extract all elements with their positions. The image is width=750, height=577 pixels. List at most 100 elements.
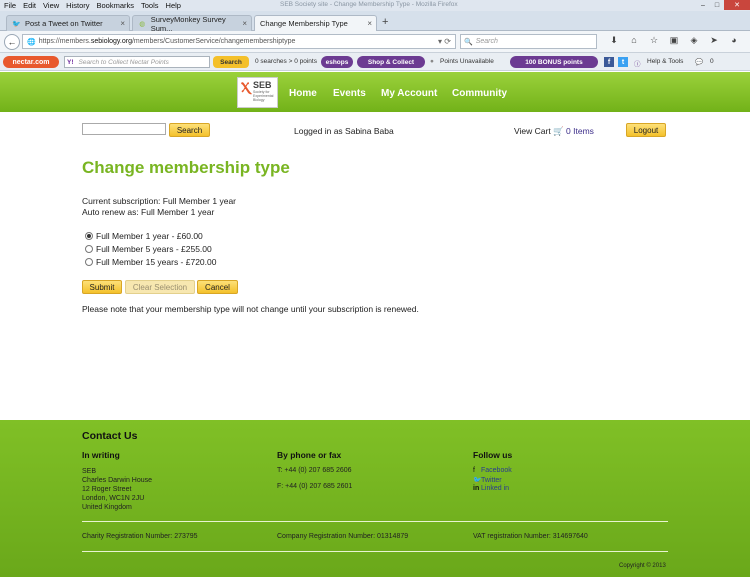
nectar-logo[interactable]: nectar.com — [3, 56, 59, 68]
membership-option-15-years[interactable]: Full Member 15 years - £720.00 — [85, 257, 216, 267]
address-line: SEB — [82, 468, 97, 475]
twitter-icon[interactable]: t — [618, 57, 628, 67]
home-icon[interactable]: ⌂ — [624, 35, 644, 46]
radio-unselected[interactable] — [85, 245, 93, 253]
menu-history[interactable]: History — [66, 1, 89, 10]
cancel-button[interactable]: Cancel — [197, 280, 238, 294]
tab-change-membership[interactable]: Change Membership Type × — [254, 15, 377, 31]
fax: F: +44 (0) 207 685 2601 — [277, 483, 353, 490]
menu-edit[interactable]: Edit — [23, 1, 36, 10]
nectar-search-placeholder: Search to Collect Nectar Points — [78, 58, 169, 66]
searches-points: 0 searches > 0 points — [255, 58, 317, 65]
seb-logo-mark-icon: Ⲭ — [241, 79, 251, 95]
nectar-search-button[interactable]: Search — [213, 56, 249, 68]
membership-option-1-year[interactable]: Full Member 1 year - £60.00 — [85, 231, 203, 241]
twitter-icon: 🐦 — [473, 477, 482, 484]
window-controls: – □ ✕ — [696, 0, 750, 10]
tab-label: Change Membership Type — [260, 19, 348, 28]
address-line: 12 Roger Street — [82, 486, 132, 493]
submit-button[interactable]: Submit — [82, 280, 122, 294]
footer-divider — [82, 521, 668, 522]
download-icon[interactable]: ⬇ — [604, 35, 624, 46]
membership-option-5-years[interactable]: Full Member 5 years - £255.00 — [85, 244, 212, 254]
tab-twitter[interactable]: 🐦 Post a Tweet on Twitter × — [6, 15, 130, 31]
bookmark-star-icon[interactable]: ☆ — [644, 35, 664, 46]
logout-button[interactable]: Logout — [626, 123, 666, 137]
cart-icon: 🛒 — [553, 126, 564, 136]
back-arrow-icon[interactable]: ← — [4, 33, 20, 50]
social-label: Facebook — [481, 467, 512, 474]
new-tab-icon[interactable]: + — [382, 16, 388, 28]
social-label: Twitter — [481, 476, 502, 484]
current-subscription: Current subscription: Full Member 1 year — [82, 196, 237, 206]
tab-surveymonkey[interactable]: ◍ SurveyMonkey Survey Sum... × — [132, 14, 252, 33]
membership-note: Please note that your membership type wi… — [82, 304, 419, 314]
points-unavailable: Points Unavailable — [440, 58, 494, 65]
close-tab-icon[interactable]: × — [120, 19, 125, 28]
radio-unselected[interactable] — [85, 258, 93, 266]
close-tab-icon[interactable]: × — [242, 19, 247, 28]
menu-tools[interactable]: Tools — [141, 1, 159, 10]
message-icon[interactable]: 💬 — [695, 58, 703, 66]
auto-renew: Auto renew as: Full Member 1 year — [82, 207, 215, 217]
url-prefix: https://members. — [38, 38, 91, 45]
site-header: Ⲭ SEB Society for Experimental Biology H… — [0, 72, 750, 112]
logo-subtitle: Society for Experimental Biology — [253, 90, 274, 102]
copyright: Copyright © 2013 — [619, 563, 666, 569]
linkedin-link[interactable]: in Linked in — [473, 485, 509, 492]
tab-label: Post a Tweet on Twitter — [25, 19, 103, 28]
minimize-icon[interactable]: – — [696, 0, 710, 10]
browser-search-input[interactable]: 🔍 Search — [460, 34, 597, 49]
contact-heading: Contact Us — [82, 430, 138, 442]
address-line: London, WC1N 2JU — [82, 495, 145, 502]
menu-bookmarks[interactable]: Bookmarks — [97, 1, 135, 10]
pocket-icon[interactable]: ◈ — [684, 35, 704, 46]
cart-items-count: 0 Items — [566, 126, 594, 136]
address-line: Charles Darwin House — [82, 477, 153, 484]
company-number: Company Registration Number: 01314879 — [277, 533, 409, 540]
hamburger-menu-icon[interactable]: ≡ — [744, 35, 750, 46]
site-footer: Contact Us In writing SEB Charles Darwin… — [0, 420, 750, 577]
seb-logo[interactable]: Ⲭ SEB Society for Experimental Biology — [237, 77, 278, 108]
nav-events[interactable]: Events — [333, 88, 366, 99]
close-tab-icon[interactable]: × — [367, 19, 372, 28]
tab-bar: 🐦 Post a Tweet on Twitter × ◍ SurveyMonk… — [0, 11, 750, 33]
maximize-icon[interactable]: □ — [710, 0, 724, 10]
site-search-button[interactable]: Search — [169, 123, 210, 137]
eshops-button[interactable]: eshops — [321, 56, 353, 68]
close-window-icon[interactable]: ✕ — [724, 0, 750, 10]
tab-label: SurveyMonkey Survey Sum... — [150, 14, 226, 33]
url-bar[interactable]: 🌐 https://members. sebiology.org/members/… — [22, 34, 456, 49]
clipboard-icon[interactable]: ▣ — [664, 35, 684, 46]
facebook-link[interactable]: f Facebook — [473, 467, 512, 474]
site-search-input[interactable] — [82, 123, 166, 135]
nectar-search-input[interactable]: Y! Search to Collect Nectar Points — [64, 56, 210, 68]
nav-community[interactable]: Community — [452, 88, 507, 99]
addon-toolbar: nectar.com Y! Search to Collect Nectar P… — [0, 53, 750, 71]
logo-abbr: SEB — [253, 80, 272, 90]
twitter-link[interactable]: 🐦 Twitter — [473, 476, 502, 485]
info-icon: ⓘ — [634, 61, 641, 68]
window-title: SEB Society site - Change Membership Typ… — [280, 1, 458, 8]
shop-collect-button[interactable]: Shop & Collect — [357, 56, 425, 68]
nav-home[interactable]: Home — [289, 88, 317, 99]
clear-selection-button[interactable]: Clear Selection — [125, 280, 195, 294]
facebook-icon[interactable]: f — [604, 57, 614, 67]
nav-icons: ⬇ ⌂ ☆ ▣ ◈ ➤ ◕ ≡ — [604, 35, 750, 46]
menu-help[interactable]: Help — [166, 1, 181, 10]
reload-icon[interactable]: ▾ ⟳ — [438, 37, 451, 46]
bonus-points-button[interactable]: 100 BONUS points — [510, 56, 598, 68]
url-domain: sebiology.org — [90, 38, 132, 45]
view-cart-link[interactable]: View Cart 🛒 0 Items — [514, 126, 594, 137]
phone-heading: By phone or fax — [277, 450, 342, 460]
address-line: United Kingdom — [82, 504, 132, 511]
menu-file[interactable]: File — [4, 1, 16, 10]
radio-selected[interactable] — [85, 232, 93, 240]
page-title: Change membership type — [82, 158, 290, 177]
send-icon[interactable]: ➤ — [704, 35, 724, 46]
help-tools-menu[interactable]: Help & Tools — [647, 58, 683, 65]
nav-my-account[interactable]: My Account — [381, 88, 437, 99]
menu-view[interactable]: View — [43, 1, 59, 10]
search-placeholder: Search — [475, 38, 498, 45]
chat-icon[interactable]: ◕ — [724, 35, 744, 46]
